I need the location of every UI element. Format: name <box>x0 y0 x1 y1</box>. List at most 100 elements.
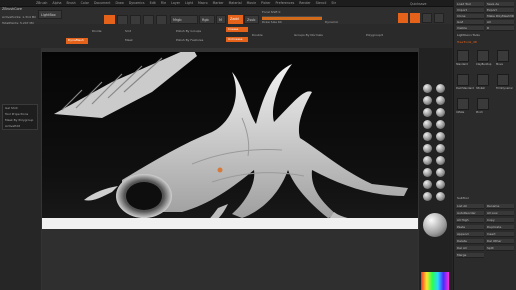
tool-button[interactable]: Clone <box>456 14 484 19</box>
menu-item-stroke[interactable]: Stroke <box>331 1 336 5</box>
left-info-item[interactable]: Tool Projections <box>5 112 28 116</box>
tool-button[interactable]: Save As <box>486 2 514 7</box>
menu-item-zbrush[interactable]: ZBrush <box>36 1 47 5</box>
zsub-button[interactable]: Zsub <box>244 15 259 24</box>
groups-by-normals-button[interactable]: Groups By Normals <box>294 33 323 37</box>
zadd-button[interactable]: Zadd <box>228 15 243 24</box>
persp-icon[interactable] <box>398 13 408 23</box>
left-info-item[interactable]: Mask By Polygroup <box>5 118 33 122</box>
rgb-button[interactable]: Rgb <box>199 15 215 24</box>
menu-item-light[interactable]: Light <box>185 1 193 5</box>
menu-item-material[interactable]: Material <box>229 1 242 5</box>
menu-item-macro[interactable]: Macro <box>198 1 208 5</box>
mask-button[interactable]: Mask <box>125 38 133 42</box>
brush-thumbnail[interactable] <box>457 74 469 86</box>
subtool-copy-button[interactable]: Copy <box>486 218 514 223</box>
divide-button[interactable]: Divide <box>92 29 102 33</box>
tool-button[interactable]: Export <box>486 8 514 13</box>
subtool-insert-button[interactable]: Insert <box>486 232 514 237</box>
material-ball[interactable] <box>436 96 445 105</box>
tool-button[interactable]: All <box>486 20 514 25</box>
material-ball[interactable] <box>436 132 445 141</box>
crease-button[interactable]: Crease <box>226 27 248 32</box>
brush-thumbnail[interactable] <box>477 50 489 62</box>
subtool-list-all-button[interactable]: List All <box>456 204 484 209</box>
material-ball[interactable] <box>436 144 445 153</box>
viewport[interactable] <box>42 52 418 228</box>
material-ball[interactable] <box>436 120 445 129</box>
xyz-icon[interactable] <box>434 13 444 23</box>
menu-item-layer[interactable]: Layer <box>171 1 180 5</box>
menu-item-picker[interactable]: Picker <box>261 1 271 5</box>
tool-button[interactable]: Visible <box>456 26 484 31</box>
subtool-split-button[interactable]: Split <box>486 246 514 251</box>
brush-thumbnail[interactable] <box>477 74 489 86</box>
tool-button[interactable]: R <box>486 26 514 31</box>
menu-item-preferences[interactable]: Preferences <box>276 1 295 5</box>
material-ball[interactable] <box>436 108 445 117</box>
m-button[interactable]: M <box>216 15 226 24</box>
brush-thumbnail[interactable] <box>497 74 509 86</box>
material-ball[interactable] <box>423 168 432 177</box>
material-preview[interactable] <box>423 213 447 237</box>
dynamesh-button[interactable]: DynaMesh <box>66 38 88 44</box>
tool-button[interactable]: Load Tool <box>456 2 484 7</box>
menu-item-document[interactable]: Document <box>94 1 111 5</box>
menu-item-alpha[interactable]: Alpha <box>52 1 61 5</box>
menu-item-edit[interactable]: Edit <box>150 1 156 5</box>
material-ball[interactable] <box>436 192 445 201</box>
material-ball[interactable] <box>436 180 445 189</box>
smooth-button[interactable]: Smt <box>125 29 131 33</box>
subtool-del-other-button[interactable]: Del Other <box>486 239 514 244</box>
subtool-delete-button[interactable]: Delete <box>456 239 484 244</box>
menu-item-render[interactable]: Render <box>299 1 310 5</box>
left-info-item[interactable]: Gel Shdr <box>5 106 18 110</box>
subtool-paste-button[interactable]: Paste <box>456 225 484 230</box>
subtool-append-button[interactable]: Append <box>456 232 484 237</box>
menu-item-movie[interactable]: Movie <box>247 1 256 5</box>
menu-item-dynamics[interactable]: Dynamics <box>129 1 145 5</box>
subtool-duplicate-button[interactable]: Duplicate <box>486 225 514 230</box>
polygroupit-button[interactable]: Polygroupit <box>366 33 383 37</box>
brush-thumbnail[interactable] <box>457 50 469 62</box>
menu-item-draw[interactable]: Draw <box>116 1 124 5</box>
material-ball[interactable] <box>423 192 432 201</box>
subtool-del-all-button[interactable]: Del All <box>456 246 484 251</box>
local-icon[interactable] <box>422 13 432 23</box>
brush-thumbnail[interactable] <box>497 50 509 62</box>
menu-item-color[interactable]: Color <box>81 1 89 5</box>
material-ball[interactable] <box>423 132 432 141</box>
double-button[interactable]: Double <box>252 33 263 37</box>
mrgb-button[interactable]: Mrgb <box>170 15 198 24</box>
tool-button[interactable]: Make PolyMesh3D <box>486 14 514 19</box>
subtool-merge-button[interactable]: Merge <box>456 253 484 258</box>
material-ball[interactable] <box>423 96 432 105</box>
material-ball[interactable] <box>436 168 445 177</box>
material-ball[interactable] <box>423 120 432 129</box>
menu-item-stencil[interactable]: Stencil <box>316 1 327 5</box>
material-ball[interactable] <box>423 144 432 153</box>
subtool-all-high-button[interactable]: All High <box>456 218 484 223</box>
subtool-rename-button[interactable]: Rename <box>486 204 514 209</box>
material-ball[interactable] <box>423 180 432 189</box>
color-picker[interactable] <box>421 272 449 290</box>
lightbox-tools-label[interactable]: Lightbox>Tools <box>457 33 480 37</box>
material-ball[interactable] <box>436 156 445 165</box>
menu-item-marker[interactable]: Marker <box>213 1 224 5</box>
menu-item-brush[interactable]: Brush <box>66 1 75 5</box>
subtool-autoreorder-button[interactable]: AutoReorder <box>456 211 484 216</box>
tool-button[interactable]: GoZ <box>456 20 484 25</box>
subtool-all-low-button[interactable]: All Low <box>486 211 514 216</box>
subtool-header[interactable]: SubTool <box>457 196 469 200</box>
polish-features-button[interactable]: Polish By Features <box>176 38 203 42</box>
brush-thumbnail[interactable] <box>457 98 469 110</box>
tool-button[interactable]: Import <box>456 8 484 13</box>
lightbox-button[interactable]: LightBox <box>38 10 62 19</box>
brush-thumbnail[interactable] <box>477 98 489 110</box>
polish-groups-button[interactable]: Polish By Groups <box>176 29 201 33</box>
floor-icon[interactable] <box>410 13 420 23</box>
material-ball[interactable] <box>436 84 445 93</box>
menu-item-file[interactable]: File <box>161 1 166 5</box>
uncrease-button[interactable]: UnCrease <box>226 37 248 42</box>
material-ball[interactable] <box>423 156 432 165</box>
